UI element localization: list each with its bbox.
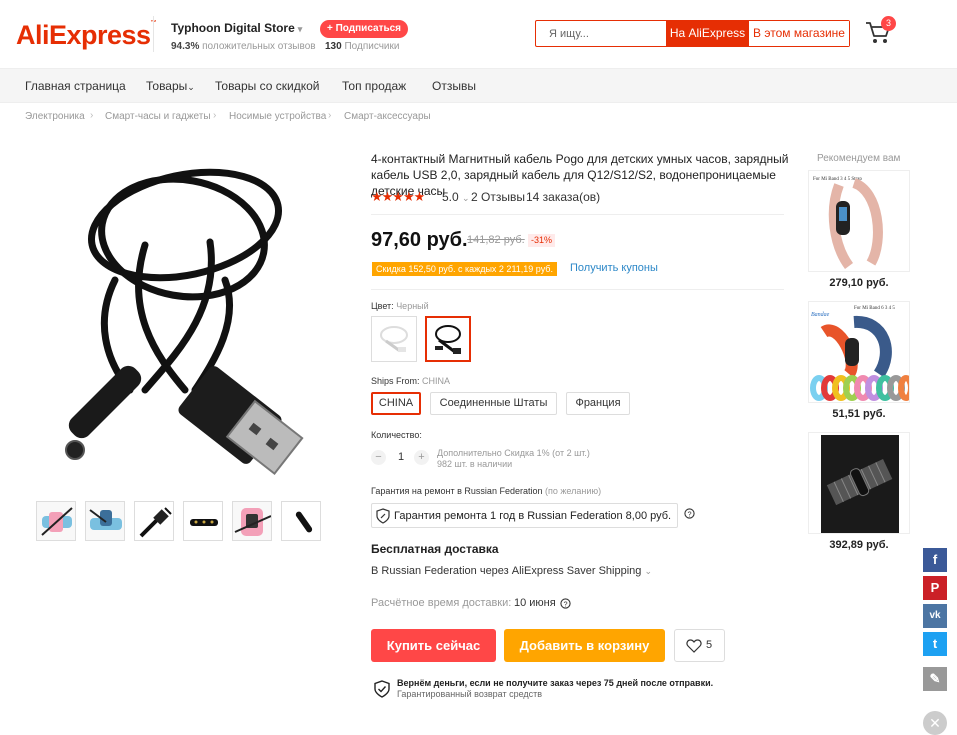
quantity-minus-button[interactable]: − xyxy=(371,450,386,465)
recommended-item-price: 51,51 руб. xyxy=(832,408,886,420)
nav-reviews[interactable]: Отзывы xyxy=(432,79,476,93)
logo-divider xyxy=(153,16,154,52)
shipping-method[interactable]: В Russian Federation через AliExpress Sa… xyxy=(371,565,652,577)
stock-note: 982 шт. в наличии xyxy=(437,459,513,469)
close-icon[interactable]: ✕ xyxy=(923,711,947,735)
reviews-count[interactable]: 2 Отзывы xyxy=(471,190,525,204)
edit-icon[interactable]: ✎ xyxy=(923,667,947,691)
follow-button[interactable]: + Подписаться xyxy=(320,20,409,38)
divider xyxy=(371,214,784,215)
svg-text:?: ? xyxy=(563,599,567,608)
recommended-item[interactable] xyxy=(808,432,910,534)
add-to-cart-button[interactable]: Добавить в корзину xyxy=(504,629,665,662)
search-input[interactable] xyxy=(536,21,666,46)
recommended-item-price: 392,89 руб. xyxy=(829,539,889,551)
pinterest-share-icon[interactable]: P xyxy=(923,576,947,600)
search-aliexpress-button[interactable]: На AliExpress xyxy=(666,20,749,47)
cart-badge: 3 xyxy=(881,16,896,31)
discount-badge: -31% xyxy=(528,234,556,247)
breadcrumb-item[interactable]: Смарт-аксессуары xyxy=(344,111,431,122)
store-nav: Главная страница Товары⌄ Товары со скидк… xyxy=(0,68,957,103)
chevron-down-icon: ▾ xyxy=(297,24,303,34)
breadcrumb-item[interactable]: Электроника xyxy=(25,111,85,122)
shipping-title: Бесплатная доставка xyxy=(371,542,499,556)
store-rating: 94.3% положительных отзывов xyxy=(171,41,316,52)
ship-option-usa[interactable]: Соединенные Штаты xyxy=(430,392,557,415)
svg-text:Bandae: Bandae xyxy=(811,312,830,318)
warranty-option-label: Гарантия ремонта 1 год в Russian Federat… xyxy=(394,510,672,522)
chevron-right-icon: › xyxy=(90,110,94,121)
search-box: На AliExpress В этом магазине xyxy=(535,20,850,47)
store-name[interactable]: Typhoon Digital Store ▾ xyxy=(171,21,302,35)
divider xyxy=(371,289,784,290)
nav-home[interactable]: Главная страница xyxy=(25,79,126,93)
buy-now-button[interactable]: Купить сейчас xyxy=(371,629,496,662)
shield-wrench-icon xyxy=(376,508,390,524)
money-back-guarantee-sub: Гарантированный возврат средств xyxy=(397,689,543,699)
facebook-share-icon[interactable]: f xyxy=(923,548,947,572)
get-coupons-link[interactable]: Получить купоны xyxy=(570,262,658,274)
old-price: 141,82 руб. xyxy=(467,234,525,246)
ship-option-china[interactable]: CHINA xyxy=(371,392,421,415)
money-back-guarantee: Вернём деньги, если не получите заказ че… xyxy=(397,678,714,688)
twitter-share-icon[interactable]: t xyxy=(923,632,947,656)
chevron-down-icon: ⌄ xyxy=(462,193,470,203)
recommended-item[interactable]: For Mi Band 6 3 4 5 Bandae xyxy=(808,301,910,403)
rating-value[interactable]: 5.0 ⌄ xyxy=(442,190,470,204)
orders-count: 14 заказа(ов) xyxy=(526,190,601,204)
color-option-black[interactable] xyxy=(425,316,471,362)
color-option-white[interactable] xyxy=(371,316,417,362)
svg-text:?: ? xyxy=(687,509,691,518)
ships-from-label: Ships From: CHINA xyxy=(371,376,451,386)
product-thumbnail[interactable] xyxy=(85,501,125,541)
shield-check-icon xyxy=(374,680,390,698)
wishlist-count: 5 xyxy=(706,639,713,651)
bulk-discount-note: Дополнительно Скидка 1% (от 2 шт.) xyxy=(437,448,590,458)
nav-top-sales[interactable]: Топ продаж xyxy=(342,79,406,93)
product-thumbnail[interactable] xyxy=(183,501,223,541)
product-thumbnail[interactable] xyxy=(232,501,272,541)
wishlist-button[interactable] xyxy=(674,629,725,662)
nav-products[interactable]: Товары⌄ xyxy=(146,79,195,93)
nav-sale[interactable]: Товары со скидкой xyxy=(215,79,319,93)
vk-share-icon[interactable]: vk xyxy=(923,604,947,628)
color-label: Цвет: Черный xyxy=(371,301,429,311)
chevron-right-icon: › xyxy=(328,110,332,121)
chevron-down-icon: ⌄ xyxy=(187,82,195,92)
product-thumbnail[interactable] xyxy=(281,501,321,541)
recommended-item-price: 279,10 руб. xyxy=(829,277,889,289)
quantity-input[interactable]: 1 xyxy=(398,451,404,463)
heart-icon xyxy=(686,639,702,653)
delivery-time-label: Расчётное время доставки: xyxy=(371,597,512,609)
warranty-label: Гарантия на ремонт в Russian Federation … xyxy=(371,486,602,496)
chevron-down-icon: ⌄ xyxy=(644,566,653,576)
coupon-tag: Скидка 152,50 руб. с каждых 2 211,19 руб… xyxy=(372,262,557,276)
help-icon[interactable]: ? xyxy=(560,598,571,609)
search-store-button[interactable]: В этом магазине xyxy=(749,21,849,46)
quantity-plus-button[interactable]: + xyxy=(414,450,429,465)
followers-count: 130 Подписчики xyxy=(325,41,400,52)
aliexpress-logo[interactable]: AliExpress™ xyxy=(16,20,157,51)
help-icon[interactable]: ? xyxy=(684,508,695,519)
delivery-date: 10 июня xyxy=(514,597,556,609)
product-thumbnail[interactable] xyxy=(134,501,174,541)
chevron-right-icon: › xyxy=(213,110,217,121)
recommended-title: Рекомендуем вам xyxy=(817,153,901,164)
rating-stars: ★★★★★ xyxy=(371,189,425,204)
breadcrumb-item[interactable]: Носимые устройства xyxy=(229,111,326,122)
recommended-item-caption: For Mi Band 6 3 4 5 xyxy=(854,306,895,311)
product-thumbnail[interactable] xyxy=(36,501,76,541)
product-main-image[interactable] xyxy=(35,150,325,485)
breadcrumb-item[interactable]: Смарт-часы и гаджеты xyxy=(105,111,211,122)
recommended-item[interactable]: For Mi Band 3 4 5 Strap xyxy=(808,170,910,272)
header: AliExpress™ Typhoon Digital Store▾ 94.3%… xyxy=(0,0,957,68)
quantity-label: Количество: xyxy=(371,430,422,440)
ship-option-france[interactable]: Франция xyxy=(566,392,630,415)
price: 97,60 руб. xyxy=(371,229,468,251)
